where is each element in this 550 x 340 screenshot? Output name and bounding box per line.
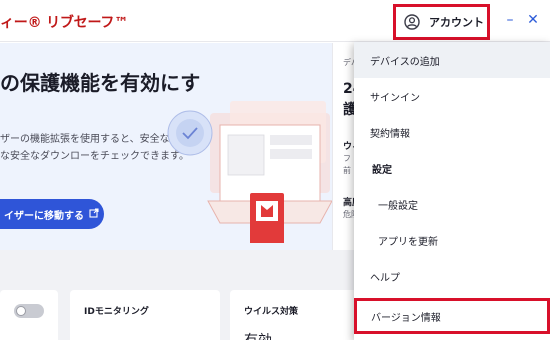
card-title: IDモニタリング (84, 307, 149, 317)
menu-item-sign-in[interactable]: サインイン (354, 78, 550, 114)
menu-section-settings: 設定 (372, 164, 392, 176)
feature-card[interactable] (0, 290, 58, 340)
side-panel-text: フ (343, 154, 351, 163)
account-button[interactable]: アカウント (393, 4, 490, 40)
card-title: ウイルス対策 (244, 307, 299, 317)
menu-item-add-device[interactable]: デバイスの追加 (354, 42, 550, 78)
account-dropdown-menu: デバイスの追加 サインイン 契約情報 設定 一般設定 アプリを更新 ヘルプ バー… (354, 42, 550, 340)
card-status: 有効 (244, 330, 272, 340)
antivirus-card[interactable]: ウイルス対策 有効 (230, 290, 360, 340)
side-panel-text: 前 (343, 166, 351, 175)
laptop-shield-illustration (150, 83, 333, 245)
title-bar: ィー® リブセーフ™ アカウント – ✕ (0, 0, 550, 42)
id-monitoring-card[interactable]: IDモニタリング (70, 290, 220, 340)
menu-item-help[interactable]: ヘルプ (354, 258, 550, 294)
toggle-knob (16, 306, 26, 316)
menu-item-update-app[interactable]: アプリを更新 (354, 222, 550, 258)
app-title: ィー® リブセーフ™ (0, 15, 129, 31)
feature-toggle[interactable] (14, 304, 44, 318)
minimize-button[interactable]: – (502, 12, 518, 28)
account-label: アカウント (429, 16, 484, 29)
hero-banner: の保護機能を有効にす ザーの機能拡張を使用すると、安全なサイ な安全なダウンロー… (0, 43, 333, 250)
menu-item-version-info[interactable]: バージョン情報 (354, 298, 550, 334)
close-button[interactable]: ✕ (525, 12, 541, 28)
menu-item-general-settings[interactable]: 一般設定 (354, 186, 550, 222)
external-link-icon (89, 207, 99, 221)
user-circle-icon (404, 14, 420, 30)
menu-item-subscription[interactable]: 契約情報 (354, 114, 550, 150)
browser-extension-button[interactable]: イザーに移動する (0, 199, 104, 229)
cta-label: イザーに移動する (4, 210, 84, 222)
